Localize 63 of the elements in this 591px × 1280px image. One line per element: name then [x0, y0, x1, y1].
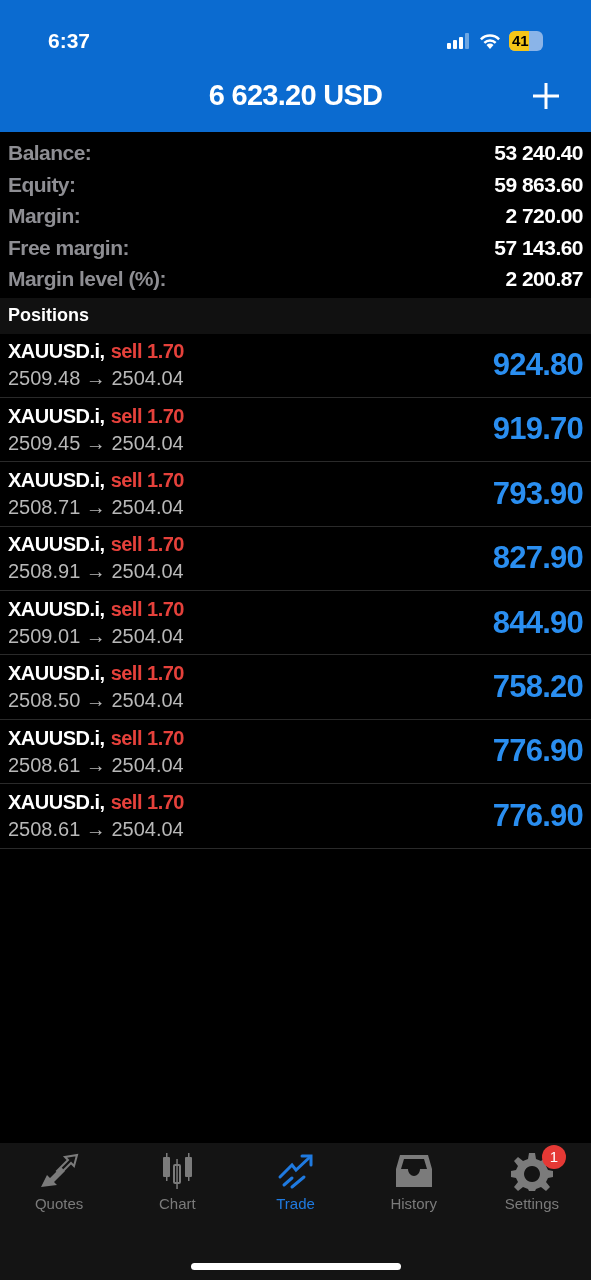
- position-side: sell 1.70: [110, 661, 184, 687]
- summary-value: 57 143.60: [494, 234, 583, 261]
- tab-item[interactable]: Trade: [236, 1143, 355, 1223]
- position-side: sell 1.70: [110, 403, 184, 429]
- position-prices: 2508.61 → 2504.04: [8, 752, 184, 778]
- tab-item[interactable]: 1 Settings: [472, 1143, 591, 1223]
- summary-value: 59 863.60: [494, 171, 583, 198]
- position-profit: 793.90: [492, 474, 583, 513]
- position-prices: 2508.91 → 2504.04: [8, 559, 184, 585]
- position-side: sell 1.70: [110, 596, 184, 622]
- position-profit: 758.20: [492, 667, 583, 706]
- summary-label: Balance:: [8, 140, 92, 166]
- position-row[interactable]: XAUUSD.i, sell 1.70 2508.61 → 2504.04 776.90: [0, 719, 591, 785]
- position-prices: 2508.71 → 2504.04: [8, 494, 184, 520]
- position-prices: 2509.48 → 2504.04: [8, 366, 184, 392]
- position-symbol: XAUUSD.i,: [8, 467, 105, 493]
- add-icon[interactable]: [532, 82, 560, 110]
- wifi-icon: [479, 33, 501, 49]
- signal-icon: [447, 33, 471, 49]
- tab-item[interactable]: Quotes: [0, 1143, 119, 1223]
- position-symbol: XAUUSD.i,: [8, 725, 105, 751]
- battery-indicator: 41: [509, 31, 543, 51]
- position-prices: 2509.01 → 2504.04: [8, 623, 184, 649]
- position-profit: 919.70: [492, 410, 583, 449]
- position-side: sell 1.70: [110, 789, 184, 815]
- status-time: 6:37: [48, 28, 91, 55]
- summary-label: Free margin:: [8, 234, 129, 261]
- position-symbol: XAUUSD.i,: [8, 661, 105, 687]
- position-row[interactable]: XAUUSD.i, sell 1.70 2508.71 → 2504.04 793.90: [0, 462, 591, 527]
- tab-item[interactable]: Chart: [118, 1143, 237, 1223]
- position-prices: 2508.61 → 2504.04: [8, 816, 184, 842]
- notification-badge: 1: [541, 1145, 566, 1169]
- tab-item[interactable]: History: [354, 1143, 473, 1223]
- position-row[interactable]: XAUUSD.i, sell 1.70 2508.50 → 2504.04 758.20: [0, 655, 591, 720]
- summary-value: 53 240.40: [494, 140, 583, 166]
- position-profit: 776.90: [492, 732, 583, 771]
- position-profit: 827.90: [492, 539, 583, 578]
- position-symbol: XAUUSD.i,: [8, 532, 105, 558]
- summary-label: Equity:: [8, 171, 76, 198]
- position-symbol: XAUUSD.i,: [8, 596, 105, 622]
- position-side: sell 1.70: [110, 339, 184, 365]
- position-row[interactable]: XAUUSD.i, sell 1.70 2509.01 → 2504.04 844.90: [0, 591, 591, 656]
- summary-label: Margin level (%):: [8, 266, 166, 292]
- position-row[interactable]: XAUUSD.i, sell 1.70 2509.45 → 2504.04 919.70: [0, 397, 591, 463]
- position-profit: 776.90: [492, 796, 583, 835]
- summary-label: Margin:: [8, 203, 81, 229]
- position-side: sell 1.70: [110, 532, 184, 558]
- position-symbol: XAUUSD.i,: [8, 789, 105, 815]
- position-symbol: XAUUSD.i,: [8, 339, 105, 365]
- position-symbol: XAUUSD.i,: [8, 403, 105, 429]
- account-profit-title: 6 623.20 USD: [208, 78, 383, 114]
- position-profit: 924.80: [492, 345, 583, 384]
- position-profit: 844.90: [492, 603, 583, 642]
- position-side: sell 1.70: [110, 467, 184, 493]
- position-prices: 2509.45 → 2504.04: [8, 430, 184, 456]
- summary-value: 2 200.87: [505, 266, 583, 292]
- position-row[interactable]: XAUUSD.i, sell 1.70 2509.48 → 2504.04 924.80: [0, 333, 591, 398]
- position-side: sell 1.70: [110, 725, 184, 751]
- position-row[interactable]: XAUUSD.i, sell 1.70 2508.61 → 2504.04 776.90: [0, 784, 591, 849]
- position-row[interactable]: XAUUSD.i, sell 1.70 2508.91 → 2504.04 827.90: [0, 526, 591, 592]
- positions-heading: Positions: [8, 304, 89, 327]
- summary-value: 2 720.00: [505, 203, 583, 229]
- position-prices: 2508.50 → 2504.04: [8, 688, 184, 714]
